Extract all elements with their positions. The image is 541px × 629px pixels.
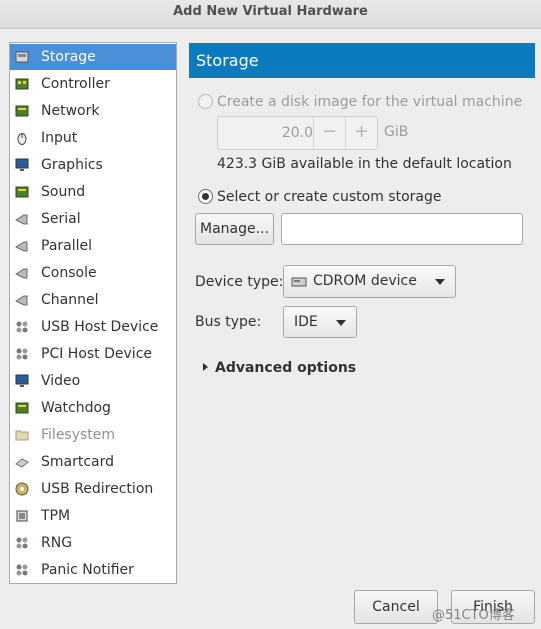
sidebar-item-serial[interactable]: Serial xyxy=(10,206,176,232)
sidebar-item-label: Network xyxy=(41,103,100,119)
sidebar-item-pci-host-device[interactable]: PCI Host Device xyxy=(10,341,176,367)
section-header: Storage xyxy=(189,43,535,78)
sidebar-item-label: Console xyxy=(41,265,97,281)
create-disk-radio[interactable] xyxy=(198,94,213,109)
sidebar-item-label: TPM xyxy=(41,508,71,524)
sidebar-item-label: Panic Notifier xyxy=(41,562,134,578)
chevron-down-icon xyxy=(435,279,445,285)
sound-card-icon xyxy=(15,185,29,199)
cdrom-icon xyxy=(291,275,307,293)
sidebar-item-label: USB Redirection xyxy=(41,481,154,497)
create-disk-label: Create a disk image for the virtual mach… xyxy=(217,94,523,110)
expander-arrow-icon[interactable] xyxy=(203,363,208,371)
sidebar-item-usb-redirection[interactable]: USB Redirection xyxy=(10,476,176,502)
sidebar-item-tpm[interactable]: TPM xyxy=(10,503,176,529)
monitor-icon xyxy=(15,158,29,172)
sidebar-item-input[interactable]: Input xyxy=(10,125,176,151)
sidebar-item-label: PCI Host Device xyxy=(41,346,153,362)
usb-redirection-icon xyxy=(15,482,29,496)
sidebar-item-label: Controller xyxy=(41,76,110,92)
sidebar-item-network[interactable]: Network xyxy=(10,98,176,124)
sidebar-item-label: Video xyxy=(41,373,81,389)
sidebar-item-label: Graphics xyxy=(41,157,103,173)
folder-icon xyxy=(15,428,29,442)
chevron-down-icon xyxy=(336,320,346,326)
console-plug-icon xyxy=(15,266,29,280)
watchdog-card-icon xyxy=(15,401,29,415)
serial-plug-icon xyxy=(15,212,29,226)
controller-icon xyxy=(15,77,29,91)
watermark: @51CTO博客 xyxy=(432,608,515,623)
available-space-text: 423.3 GiB available in the default locat… xyxy=(217,156,512,172)
chip-icon xyxy=(15,509,29,523)
dialog-title: Add New Virtual Hardware xyxy=(0,0,541,29)
manage-button[interactable]: Manage... xyxy=(195,213,274,245)
sidebar-item-usb-host-device[interactable]: USB Host Device xyxy=(10,314,176,340)
sidebar-item-label: Input xyxy=(41,130,78,146)
sidebar-item-label: USB Host Device xyxy=(41,319,159,335)
sidebar-item-panic-notifier[interactable]: Panic Notifier xyxy=(10,557,176,583)
bus-type-dropdown[interactable]: IDE xyxy=(283,306,357,338)
usb-icon xyxy=(15,320,29,334)
sidebar-item-smartcard[interactable]: Smartcard xyxy=(10,449,176,475)
sidebar-item-label: Serial xyxy=(41,211,81,227)
sidebar-item-graphics[interactable]: Graphics xyxy=(10,152,176,178)
sidebar-item-sound[interactable]: Sound xyxy=(10,179,176,205)
disk-size-value[interactable]: 20.0 xyxy=(218,117,313,149)
sidebar-item-label: Watchdog xyxy=(41,400,111,416)
increment-button[interactable]: + xyxy=(345,117,377,149)
sidebar-item-watchdog[interactable]: Watchdog xyxy=(10,395,176,421)
storage-path-input[interactable] xyxy=(281,213,523,245)
storage-icon xyxy=(15,50,29,64)
channel-plug-icon xyxy=(15,293,29,307)
video-monitor-icon xyxy=(15,374,29,388)
device-type-value: CDROM device xyxy=(313,273,417,289)
sidebar-item-label: Parallel xyxy=(41,238,93,254)
disk-size-unit: GiB xyxy=(384,124,409,140)
custom-storage-radio[interactable] xyxy=(198,189,213,204)
decrement-button[interactable]: − xyxy=(313,117,345,149)
sidebar-item-channel[interactable]: Channel xyxy=(10,287,176,313)
sidebar-item-storage[interactable]: Storage xyxy=(10,44,176,70)
sidebar-item-rng[interactable]: RNG xyxy=(10,530,176,556)
sidebar-item-filesystem[interactable]: Filesystem xyxy=(10,422,176,448)
pci-icon xyxy=(15,347,29,361)
device-type-label: Device type: xyxy=(195,274,284,290)
sidebar-item-label: Filesystem xyxy=(41,427,116,443)
hardware-type-list[interactable]: Storage Controller Network Input Graphic… xyxy=(9,42,177,584)
sidebar-item-label: Sound xyxy=(41,184,86,200)
sidebar-item-parallel[interactable]: Parallel xyxy=(10,233,176,259)
panic-notifier-icon xyxy=(15,563,29,577)
sidebar-item-label: Storage xyxy=(41,49,96,65)
network-icon xyxy=(15,104,29,118)
device-type-dropdown[interactable]: CDROM device xyxy=(283,265,456,298)
sidebar-item-label: Channel xyxy=(41,292,99,308)
parallel-plug-icon xyxy=(15,239,29,253)
section-title: Storage xyxy=(196,51,259,70)
mouse-icon xyxy=(15,131,29,145)
advanced-options-expander[interactable]: Advanced options xyxy=(215,360,356,376)
sidebar-item-controller[interactable]: Controller xyxy=(10,71,176,97)
bus-type-value: IDE xyxy=(294,314,318,330)
sidebar-item-label: RNG xyxy=(41,535,73,551)
rng-icon xyxy=(15,536,29,550)
smartcard-icon xyxy=(15,455,29,469)
sidebar-item-label: Smartcard xyxy=(41,454,115,470)
custom-storage-label: Select or create custom storage xyxy=(217,189,442,205)
sidebar-item-video[interactable]: Video xyxy=(10,368,176,394)
bus-type-label: Bus type: xyxy=(195,314,262,330)
sidebar-item-console[interactable]: Console xyxy=(10,260,176,286)
disk-size-spinner[interactable]: 20.0 − + xyxy=(217,116,378,150)
cancel-button[interactable]: Cancel xyxy=(354,590,438,624)
